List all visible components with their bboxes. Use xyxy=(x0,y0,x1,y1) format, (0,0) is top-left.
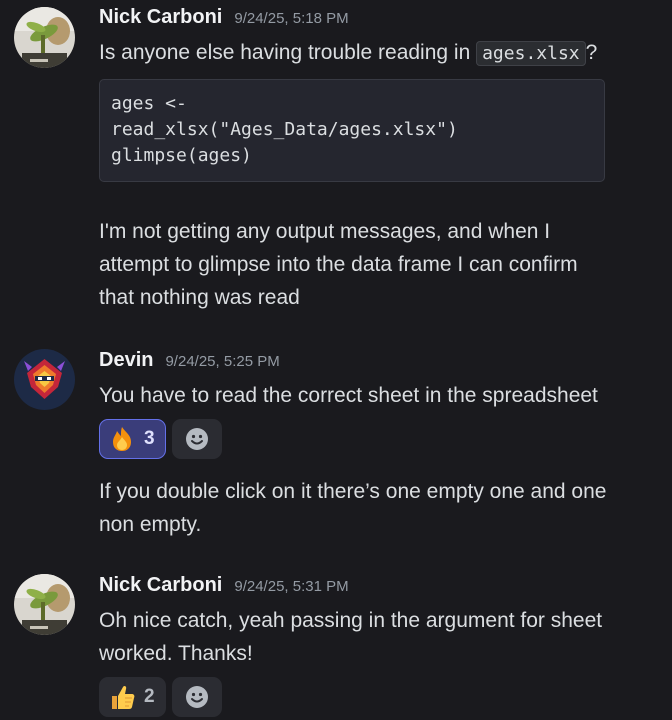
code-line: read_xlsx("Ages_Data/ages.xlsx") xyxy=(111,119,458,140)
timestamp: 9/24/25, 5:25 PM xyxy=(165,353,280,370)
code-line: ages <- xyxy=(111,93,187,114)
chat-log: Nick Carboni 9/24/25, 5:18 PM Is anyone … xyxy=(0,0,672,720)
thumbs-up-icon xyxy=(108,683,136,711)
reaction-count: 3 xyxy=(144,428,155,449)
add-reaction-button[interactable] xyxy=(171,677,222,717)
avatar[interactable] xyxy=(14,574,75,635)
reaction-bar: 2 xyxy=(99,677,222,717)
reaction-thumbs-up[interactable]: 2 xyxy=(99,677,166,717)
username[interactable]: Nick Carboni xyxy=(99,574,222,597)
text-line: that nothing was read xyxy=(99,286,300,309)
add-reaction-button[interactable] xyxy=(171,419,222,459)
avatar[interactable] xyxy=(14,349,75,410)
message-text-part: ? xyxy=(585,41,598,64)
text-line: I'm not getting any output messages, and… xyxy=(99,220,551,243)
reaction-count: 2 xyxy=(144,686,155,707)
code-line: glimpse(ages) xyxy=(111,145,252,166)
smiley-icon xyxy=(185,686,208,708)
avatar-image-icon xyxy=(14,7,75,68)
message-text: If you double click on it there’s one em… xyxy=(99,475,659,541)
message-text: You have to read the correct sheet in th… xyxy=(99,384,598,407)
reaction-fire[interactable]: 3 xyxy=(99,419,166,459)
username[interactable]: Devin xyxy=(99,349,153,372)
reaction-bar: 3 xyxy=(99,419,222,459)
smiley-icon xyxy=(185,428,208,450)
avatar-image-icon xyxy=(14,349,75,410)
code-block[interactable]: ages <- read_xlsx("Ages_Data/ages.xlsx")… xyxy=(99,79,605,182)
message-text: I'm not getting any output messages, and… xyxy=(99,215,659,314)
timestamp: 9/24/25, 5:18 PM xyxy=(234,10,349,27)
username[interactable]: Nick Carboni xyxy=(99,6,222,29)
inline-code: ages.xlsx xyxy=(476,41,586,66)
timestamp: 9/24/25, 5:31 PM xyxy=(234,578,349,595)
message-header: Devin 9/24/25, 5:25 PM xyxy=(99,349,280,375)
fire-icon xyxy=(108,425,136,453)
text-line: If you double click on it there’s one em… xyxy=(99,480,607,503)
message-header: Nick Carboni 9/24/25, 5:31 PM xyxy=(99,574,349,600)
avatar[interactable] xyxy=(14,7,75,68)
message-text: Oh nice catch, yeah passing in the argum… xyxy=(99,604,659,670)
text-line: worked. Thanks! xyxy=(99,642,253,665)
text-line: attempt to glimpse into the data frame I… xyxy=(99,253,578,276)
avatar-image-icon xyxy=(14,574,75,635)
message-text: Is anyone else having trouble reading in… xyxy=(99,36,659,70)
text-line: Oh nice catch, yeah passing in the argum… xyxy=(99,609,603,632)
text-line: non empty. xyxy=(99,513,202,536)
message-header: Nick Carboni 9/24/25, 5:18 PM xyxy=(99,6,349,32)
message-text-part: Is anyone else having trouble reading in xyxy=(99,41,477,64)
